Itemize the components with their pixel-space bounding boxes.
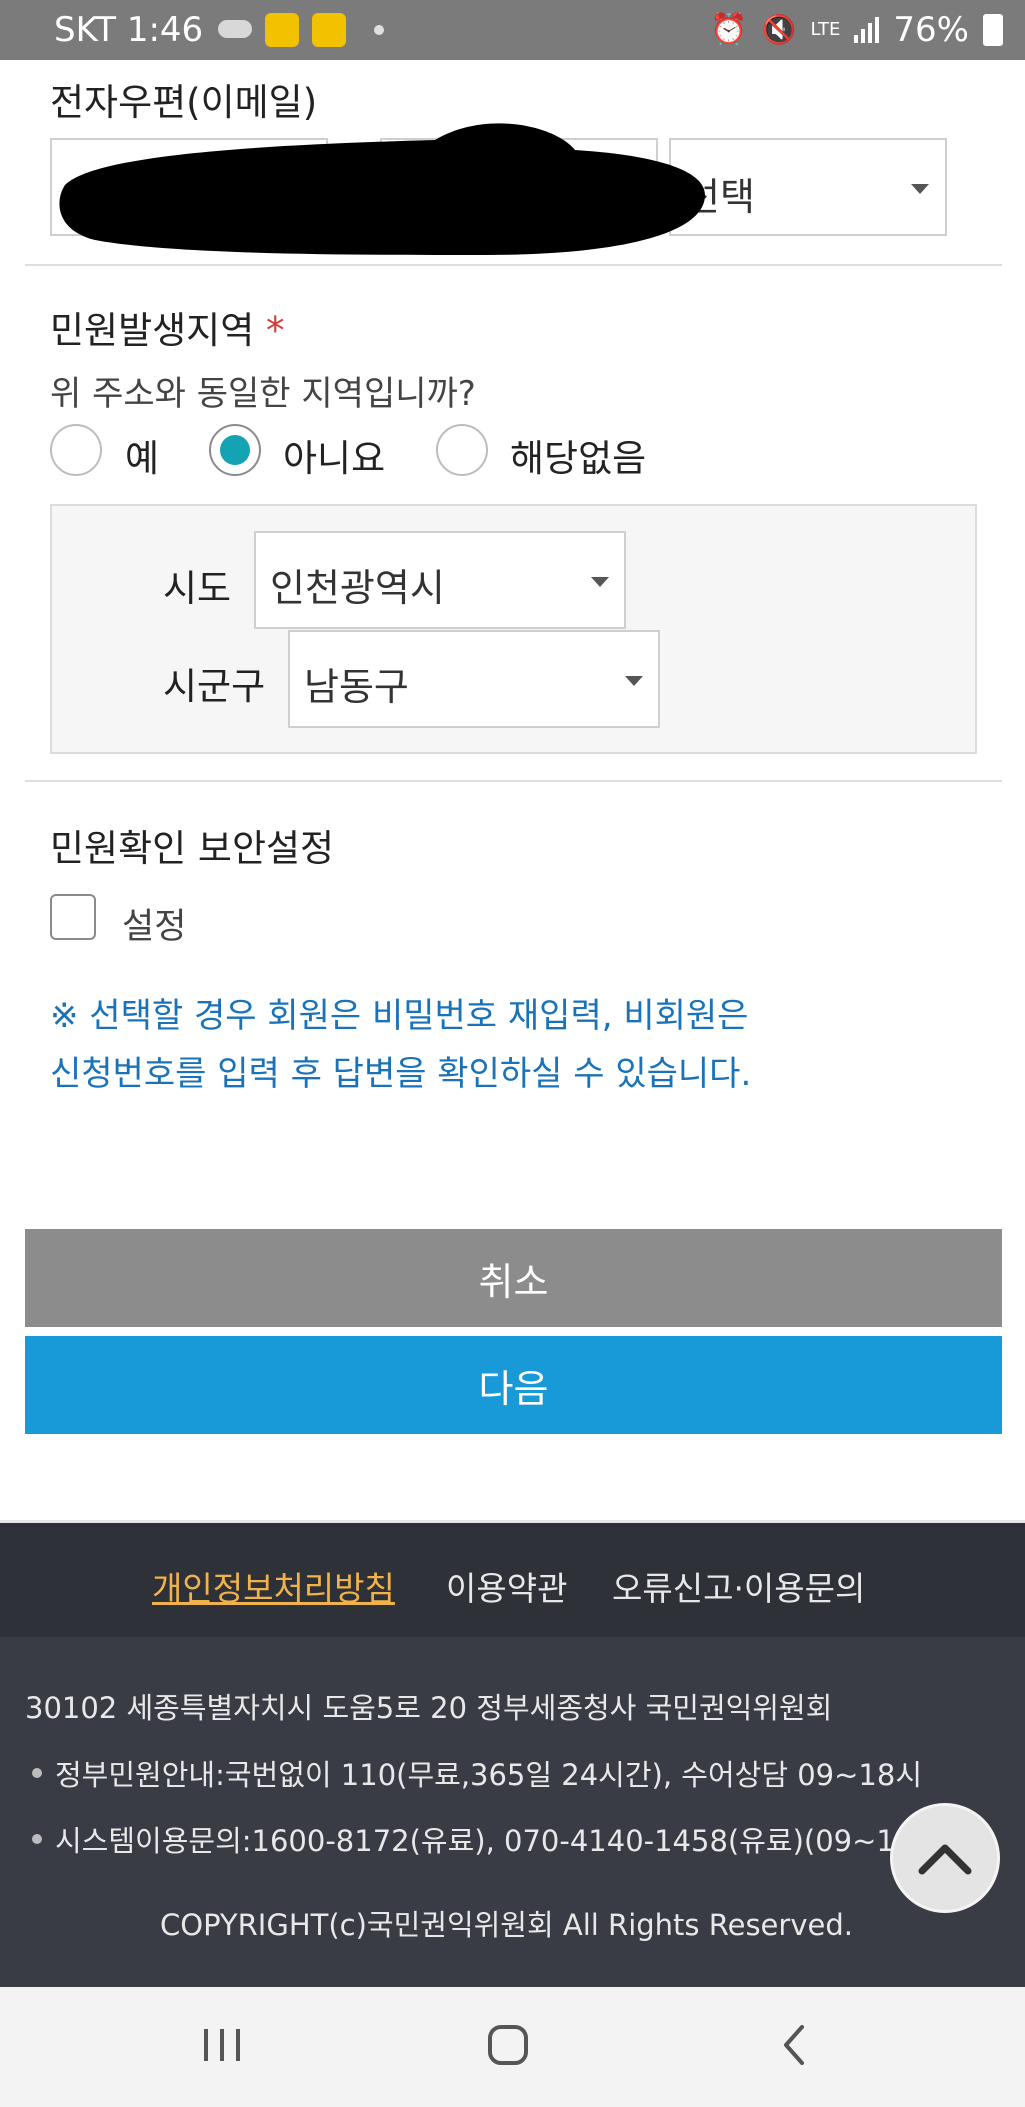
kb-app-icon [312, 13, 346, 47]
chevron-up-icon [918, 1844, 972, 1875]
bullet [32, 1768, 42, 1778]
security-note-line1: ※ 선택할 경우 회원은 비밀번호 재입력, 비회원은 [50, 996, 749, 1036]
status-time: SKT 1:46 [54, 10, 204, 50]
kb-app-icon [265, 13, 299, 47]
footer-info-1: 정부민원안내:국번없이 110(무료,365일 24시간), 수어상담 09~1… [55, 1758, 923, 1792]
radio-yes-label: 예 [125, 437, 160, 480]
status-bar: SKT 1:46 ⏰ 🔇 LTE 76% [0, 0, 1025, 60]
chevron-down-icon [591, 577, 609, 587]
back-icon[interactable] [780, 2023, 810, 2067]
radio-yes[interactable] [50, 424, 102, 476]
region-question: 위 주소와 동일한 지역입니까? [50, 374, 476, 414]
error-report-link[interactable]: 오류신고·이용문의 [612, 1562, 865, 1610]
sigungu-select[interactable]: 남동구 [288, 630, 660, 728]
region-label: 민원발생지역 * [50, 300, 285, 354]
notification-dot-icon [374, 25, 384, 35]
recent-apps-icon[interactable] [200, 2025, 244, 2065]
signal-icon [854, 17, 880, 43]
terms-link[interactable]: 이용약관 [446, 1562, 567, 1610]
divider [25, 780, 1002, 782]
radio-not-applicable-label: 해당없음 [510, 437, 647, 480]
scroll-top-button[interactable] [890, 1803, 1000, 1913]
security-checkbox[interactable] [50, 894, 96, 940]
cancel-button[interactable]: 취소 [25, 1229, 1002, 1327]
sigungu-label: 시군구 [163, 665, 266, 708]
footer-info-2: 시스템이용문의:1600-8172(유료), 070-4140-1458(유료)… [55, 1824, 952, 1858]
radio-no[interactable] [209, 424, 261, 476]
sido-label: 시도 [163, 567, 232, 610]
security-checkbox-label: 설정 [122, 907, 187, 947]
cloud-icon [218, 20, 252, 38]
divider [25, 264, 1002, 266]
footer-address: 30102 세종특별자치시 도움5로 20 정부세종청사 국민권익위원회 [25, 1691, 833, 1725]
bullet [32, 1834, 42, 1844]
region-label-text: 민원발생지역 [50, 309, 255, 352]
privacy-policy-link[interactable]: 개인정보처리방침 [152, 1562, 395, 1610]
chevron-down-icon [911, 184, 929, 194]
sigungu-select-value: 남동구 [304, 665, 409, 709]
home-icon[interactable] [486, 2023, 530, 2067]
status-icons: ⏰ 🔇 LTE 76% [710, 10, 1003, 50]
navigation-bar [0, 1987, 1025, 2107]
sido-select-value: 인천광역시 [270, 566, 445, 610]
battery-icon [983, 14, 1003, 46]
redaction-mark [59, 123, 705, 255]
sido-select[interactable]: 인천광역시 [254, 531, 626, 629]
battery-percent: 76% [893, 10, 969, 50]
radio-no-label: 아니요 [283, 437, 386, 480]
chevron-down-icon [625, 676, 643, 686]
mute-icon: 🔇 [761, 13, 797, 46]
security-label: 민원확인 보안설정 [50, 827, 335, 870]
radio-not-applicable[interactable] [436, 424, 488, 476]
footer-copyright: COPYRIGHT(c)국민권익위원회 All Rights Reserved. [160, 1908, 853, 1942]
alarm-icon: ⏰ [710, 12, 748, 47]
next-button[interactable]: 다음 [25, 1336, 1002, 1434]
required-mark: * [266, 309, 285, 352]
security-note-line2: 신청번호를 입력 후 답변을 확인하실 수 있습니다. [50, 1054, 752, 1094]
network-label: LTE [810, 19, 841, 40]
